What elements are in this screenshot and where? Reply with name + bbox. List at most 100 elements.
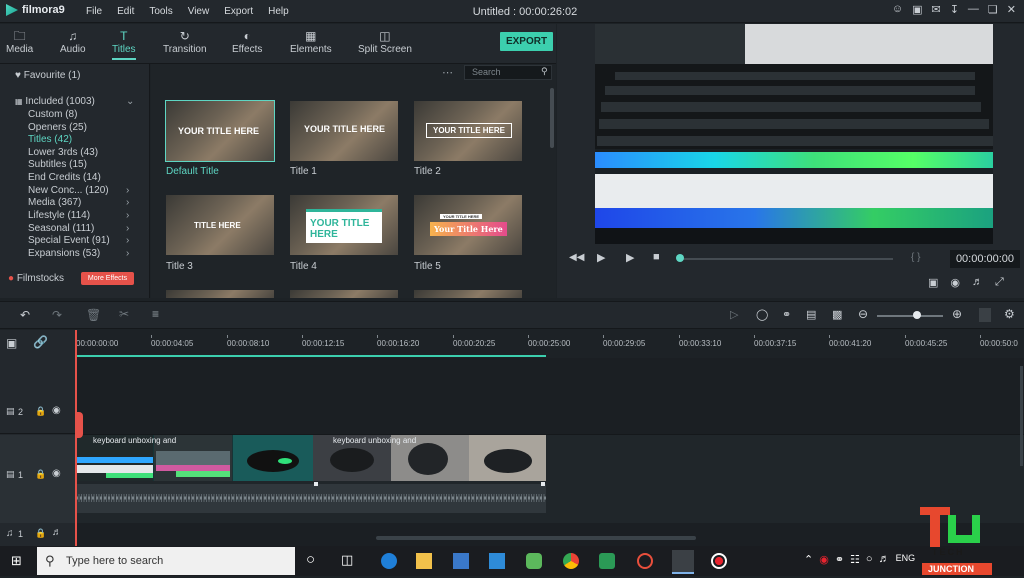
chevron-right-icon[interactable]: ›	[126, 248, 129, 259]
clip-marker[interactable]	[314, 482, 318, 486]
title-thumb-6[interactable]	[166, 290, 274, 298]
sidebar-item-new-concepts[interactable]: New Conc... (120)	[28, 185, 109, 196]
record-tray-icon[interactable]: ◉	[819, 553, 829, 566]
render-icon[interactable]: ▷	[730, 308, 738, 321]
skip-back-icon[interactable]: ◀◀	[569, 252, 584, 263]
add-track-icon[interactable]: ▣	[6, 336, 17, 350]
network-icon[interactable]: ☷	[850, 553, 860, 566]
sidebar-item-titles[interactable]: Titles (42)	[28, 134, 72, 145]
panel-icon[interactable]	[979, 308, 991, 322]
app-icon[interactable]	[526, 553, 542, 569]
search-input[interactable]: Search	[464, 65, 552, 80]
maximize-icon[interactable]: ❏	[988, 3, 998, 16]
clip-marker[interactable]	[541, 482, 545, 486]
sidebar-item-expansions[interactable]: Expansions (53)	[28, 248, 100, 259]
sidebar-item-seasonal[interactable]: Seasonal (111)	[28, 223, 94, 234]
snapshot-icon[interactable]: ◉	[950, 276, 960, 289]
voiceover-icon[interactable]: ▤	[806, 308, 816, 321]
redo-icon[interactable]: ↷	[52, 308, 62, 322]
menu-edit[interactable]: Edit	[117, 6, 134, 17]
search-icon[interactable]: ⚲	[541, 66, 548, 77]
fullscreen-icon[interactable]: ⤢	[995, 276, 1004, 289]
close-icon[interactable]: ✕	[1007, 3, 1016, 16]
sidebar-item-media[interactable]: Media (367)	[28, 197, 81, 208]
menu-help[interactable]: Help	[268, 6, 289, 17]
edge-icon[interactable]	[381, 553, 397, 569]
mark-in-out[interactable]: { }	[911, 252, 920, 263]
adjust-icon[interactable]: ≡	[152, 307, 159, 321]
menu-view[interactable]: View	[188, 6, 210, 17]
tab-media[interactable]: 🗀 Media	[6, 29, 33, 55]
settings-icon[interactable]: ⚙	[1004, 307, 1015, 321]
record-icon[interactable]	[711, 553, 727, 569]
preview-progress-handle[interactable]	[676, 254, 684, 262]
video-clip[interactable]: keyboard unboxing and	[76, 435, 313, 481]
grid-scrollbar[interactable]	[550, 88, 554, 148]
sidebar-item-subtitles[interactable]: Subtitles (15)	[28, 159, 87, 170]
tab-audio[interactable]: ♫ Audio	[60, 29, 86, 55]
sidebar-item-special-event[interactable]: Special Event (91)	[28, 235, 110, 246]
tab-titles[interactable]: T Titles	[112, 29, 136, 60]
download-icon[interactable]: ↧	[950, 3, 959, 16]
chevron-down-icon[interactable]: ⌄	[126, 96, 134, 107]
chevron-right-icon[interactable]: ›	[126, 210, 129, 221]
sidebar-item-openers[interactable]: Openers (25)	[28, 122, 87, 133]
timeline-ruler[interactable]: 00:00:00:00 00:00:04:05 00:00:08:10 00:0…	[76, 330, 1024, 358]
shield-icon[interactable]: ◯	[756, 308, 768, 321]
chevron-right-icon[interactable]: ›	[126, 235, 129, 246]
file-explorer-icon[interactable]	[416, 553, 432, 569]
sidebar-item-lifestyle[interactable]: Lifestyle (114)	[28, 210, 90, 221]
volume-icon[interactable]: ♬	[879, 553, 890, 566]
cortana-icon[interactable]: ○	[306, 551, 315, 568]
title-thumb-3[interactable]: TITLE HERE	[166, 195, 274, 255]
chevron-right-icon[interactable]: ›	[126, 197, 129, 208]
microphone-icon[interactable]: ⚭	[835, 553, 844, 566]
sidebar-item-custom[interactable]: Custom (8)	[28, 109, 77, 120]
play-pause-icon[interactable]: ▶	[597, 251, 605, 264]
chevron-right-icon[interactable]: ›	[126, 223, 129, 234]
sidebar-item-included[interactable]: ▦ Included (1003)	[15, 96, 95, 107]
eye-icon[interactable]: ◉	[52, 405, 61, 416]
chevron-up-icon[interactable]: ⌃	[804, 553, 813, 566]
delete-icon[interactable]: 🗑	[86, 308, 101, 322]
language-indicator[interactable]: ENG	[896, 553, 916, 566]
lock-icon[interactable]: 🔒	[35, 406, 46, 417]
title-thumb-4[interactable]: YOUR TITLE HERE	[290, 195, 398, 255]
windows-start-icon[interactable]: ⊞	[11, 553, 22, 569]
title-thumb-5[interactable]: YOUR TITLE HERE Your Title Here	[414, 195, 522, 255]
playhead[interactable]	[75, 330, 77, 546]
sidebar-item-filmstocks[interactable]: ● Filmstocks	[8, 273, 64, 284]
video-clip[interactable]: keyboard unboxing and	[313, 435, 546, 481]
zoom-out-icon[interactable]: ⊖	[858, 307, 868, 321]
recorder-icon[interactable]	[637, 553, 653, 569]
audio-waveform[interactable]	[76, 484, 546, 513]
title-thumb-default[interactable]: YOUR TITLE HERE	[165, 100, 275, 162]
display-icon[interactable]: ▣	[928, 276, 938, 289]
tab-transition[interactable]: ↻ Transition	[163, 29, 207, 55]
mail-icon[interactable]: ✉	[931, 3, 940, 16]
chevron-right-icon[interactable]: ›	[126, 185, 129, 196]
eye-icon[interactable]: ◉	[52, 468, 61, 479]
microphone-icon[interactable]: ⚭	[782, 308, 791, 321]
menu-file[interactable]: File	[86, 6, 102, 17]
chrome-icon[interactable]	[563, 553, 579, 569]
taskbar-search-input[interactable]: Type here to search	[37, 547, 295, 575]
sidebar-item-end-credits[interactable]: End Credits (14)	[28, 172, 101, 183]
zoom-slider-track[interactable]	[877, 315, 943, 317]
timeline-vscroll[interactable]	[1020, 366, 1023, 466]
link-icon[interactable]: 🔗	[33, 335, 48, 349]
menu-tools[interactable]: Tools	[149, 6, 172, 17]
zoom-slider-handle[interactable]	[913, 311, 921, 319]
grid-view-icon[interactable]: ⋯	[442, 66, 453, 79]
store-icon[interactable]	[453, 553, 469, 569]
xbox-icon[interactable]	[599, 553, 615, 569]
cut-icon[interactable]: ✂	[119, 307, 129, 321]
zoom-in-icon[interactable]: ⊕	[952, 307, 962, 321]
undo-icon[interactable]: ↶	[20, 308, 30, 322]
title-thumb-8[interactable]	[414, 290, 522, 298]
sidebar-item-favourite[interactable]: ♥ Favourite (1)	[15, 70, 80, 81]
title-thumb-2[interactable]: YOUR TITLE HERE	[414, 101, 522, 161]
sidebar-item-lower-3rds[interactable]: Lower 3rds (43)	[28, 147, 98, 158]
filmora-taskbar-icon[interactable]	[672, 550, 694, 574]
snap-icon[interactable]: ▩	[832, 308, 842, 321]
